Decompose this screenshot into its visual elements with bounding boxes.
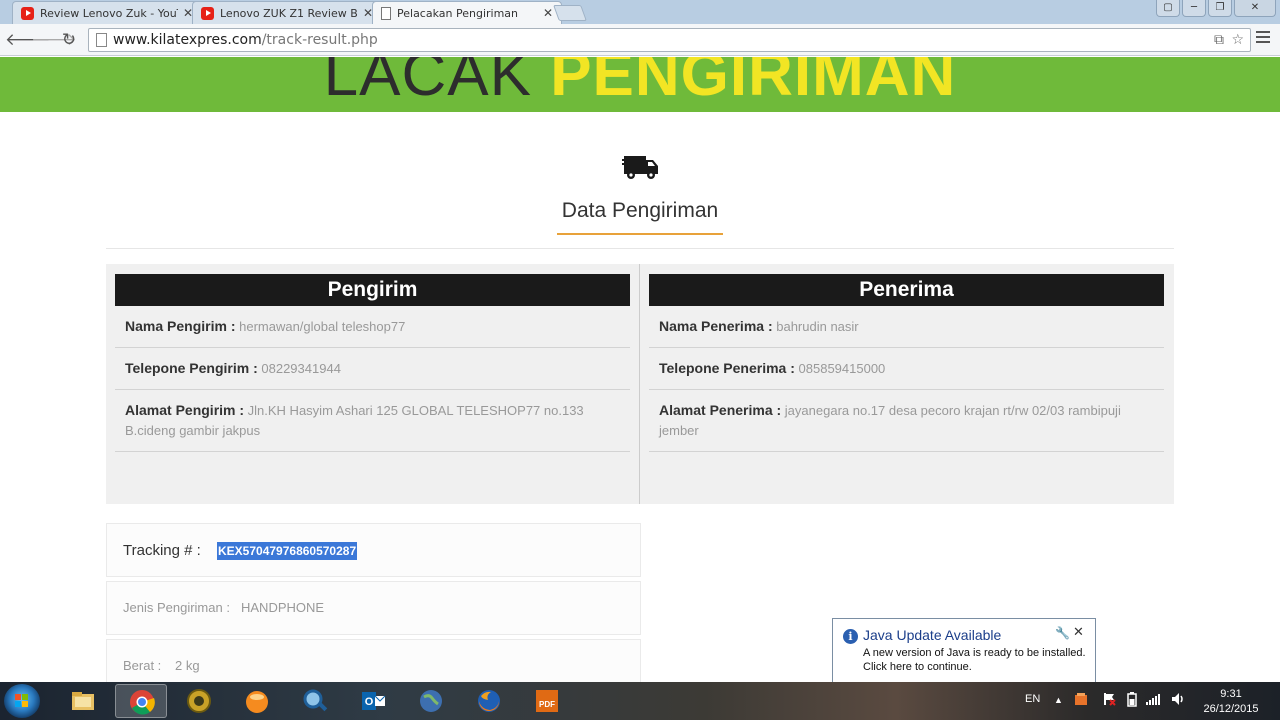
svg-text:PDF: PDF	[539, 700, 555, 709]
svg-text:O: O	[365, 696, 374, 708]
weight-label: Berat :	[123, 658, 162, 673]
recipient-column: Penerima Nama Penerima : bahrudin nasir …	[649, 274, 1164, 452]
shipment-type-box: Jenis Pengiriman : HANDPHONE	[106, 581, 641, 635]
volume-icon[interactable]	[1170, 691, 1186, 710]
pdf-icon: PDF	[536, 690, 558, 712]
bookmark-star-icon[interactable]: ☆	[1231, 32, 1244, 48]
page-banner: LACAK PENGIRIMAN	[0, 57, 1280, 112]
forward-button[interactable]: 🡒	[31, 29, 77, 51]
java-tray-icon[interactable]	[1073, 691, 1089, 710]
title-underline	[557, 233, 723, 235]
tab-title: Pelacakan Pengiriman	[397, 7, 519, 20]
notification-body[interactable]: A new version of Java is ready to be ins…	[863, 646, 1093, 674]
sender-address-row: Alamat Pengirim : Jln.KH Hasyim Ashari 1…	[115, 390, 630, 452]
recipient-header: Penerima	[649, 274, 1164, 306]
weight-value: 2 kg	[175, 658, 200, 673]
globe-icon	[420, 690, 442, 712]
url-path: /track-result.php	[261, 32, 378, 48]
firefox-taskbar-button[interactable]	[463, 684, 515, 718]
clock-time: 9:31	[1220, 688, 1242, 700]
tracking-box: Tracking # : KEX57047976860570287	[106, 523, 641, 577]
notification-title: Java Update Available	[863, 627, 1002, 643]
page-icon	[96, 33, 107, 47]
tab-review-lenovo-zuk[interactable]: Review Lenovo Zuk - YouT ✕	[12, 1, 202, 24]
shipment-type-label: Jenis Pengiriman :	[123, 600, 230, 615]
firefox-icon	[478, 690, 500, 712]
back-button[interactable]: 🡐	[5, 29, 51, 51]
section-title: Data Pengiriman	[561, 199, 719, 222]
wifi-signal-icon[interactable]	[1145, 691, 1161, 710]
recipient-name-row: Nama Penerima : bahrudin nasir	[649, 306, 1164, 348]
compass-app-icon	[187, 689, 211, 713]
sender-phone-row: Telepone Pengirim : 08229341944	[115, 348, 630, 390]
info-icon: i	[843, 629, 858, 644]
close-icon[interactable]: ✕	[1073, 624, 1084, 640]
tab-title: Review Lenovo Zuk - YouT	[40, 6, 178, 20]
clock-date: 26/12/2015	[1203, 703, 1259, 715]
user-icon[interactable]: ▢	[1156, 0, 1180, 17]
tracking-number[interactable]: KEX57047976860570287	[217, 542, 358, 560]
folder-icon	[72, 692, 94, 710]
recipient-phone-row: Telepone Penerima : 085859415000	[649, 348, 1164, 390]
truck-icon	[622, 156, 658, 179]
minimize-button[interactable]: ─	[1182, 0, 1206, 17]
app-taskbar-button[interactable]	[231, 684, 283, 718]
url-text[interactable]: www.kilatexpres.com/track-result.php	[113, 32, 378, 48]
start-button[interactable]	[4, 684, 40, 718]
orange-app-icon	[246, 691, 268, 713]
chrome-taskbar-button[interactable]	[115, 684, 167, 718]
battery-icon[interactable]	[1126, 691, 1138, 710]
show-hidden-icons-button[interactable]: ▲	[1054, 695, 1063, 705]
action-center-flag-icon[interactable]	[1101, 691, 1117, 710]
youtube-icon	[21, 6, 34, 20]
address-bar[interactable]: www.kilatexpres.com/track-result.php ⧉ ☆	[88, 28, 1251, 52]
translate-icon[interactable]: ⧉	[1214, 32, 1224, 48]
app-taskbar-button[interactable]	[173, 684, 225, 718]
sender-name-row: Nama Pengirim : hermawan/global teleshop…	[115, 306, 630, 348]
outlook-taskbar-button[interactable]: O	[347, 684, 399, 718]
shipment-info-panel: Pengirim Nama Pengirim : hermawan/global…	[106, 264, 1174, 504]
sender-column: Pengirim Nama Pengirim : hermawan/global…	[115, 274, 630, 452]
url-host: www.kilatexpres.com	[113, 32, 262, 48]
windows-logo-icon	[15, 694, 29, 708]
divider	[106, 248, 1174, 249]
outlook-icon: O	[362, 692, 386, 710]
wrench-icon[interactable]: 🔧	[1055, 626, 1070, 640]
pdf-taskbar-button[interactable]: PDF	[521, 684, 573, 718]
java-update-notification[interactable]: i Java Update Available 🔧 ✕ A new versio…	[832, 618, 1096, 684]
browser-toolbar: 🡐 🡒 ↻ www.kilatexpres.com/track-result.p…	[0, 24, 1280, 56]
magnifier-icon	[303, 689, 328, 712]
youtube-icon	[201, 6, 214, 20]
window-controls: ▢ ─ ❐ ✕	[1156, 0, 1276, 17]
shipment-type-value: HANDPHONE	[241, 600, 325, 615]
panel-divider	[639, 264, 640, 504]
tab-lenovo-zuk-z1-review[interactable]: Lenovo ZUK Z1 Review Ba ✕	[192, 1, 382, 24]
tab-pelacakan-pengiriman[interactable]: Pelacakan Pengiriman ✕	[372, 1, 562, 25]
sender-header: Pengirim	[115, 274, 630, 306]
menu-icon[interactable]	[1256, 31, 1270, 46]
system-clock[interactable]: 9:31 26/12/2015	[1198, 687, 1264, 717]
banner-title: LACAK PENGIRIMAN	[323, 57, 957, 109]
close-icon[interactable]: ✕	[543, 6, 553, 20]
language-indicator[interactable]: EN	[1025, 693, 1040, 705]
app-taskbar-button[interactable]	[405, 684, 457, 718]
new-tab-button[interactable]	[553, 5, 587, 21]
windows-taskbar: O PDF EN ▲ 9:31 26/12/2015	[0, 682, 1280, 720]
tab-title: Lenovo ZUK Z1 Review Ba	[220, 6, 358, 20]
reload-button[interactable]: ↻	[58, 29, 80, 51]
tracking-label: Tracking # :	[123, 542, 201, 559]
app-taskbar-button[interactable]	[289, 684, 341, 718]
chrome-icon	[130, 690, 155, 715]
recipient-address-row: Alamat Penerima : jayanegara no.17 desa …	[649, 390, 1164, 452]
explorer-taskbar-button[interactable]	[57, 684, 109, 718]
browser-tab-strip: Review Lenovo Zuk - YouT ✕ Lenovo ZUK Z1…	[0, 0, 1280, 25]
maximize-button[interactable]: ❐	[1208, 0, 1232, 17]
close-window-button[interactable]: ✕	[1234, 0, 1276, 17]
page-icon	[381, 7, 391, 20]
